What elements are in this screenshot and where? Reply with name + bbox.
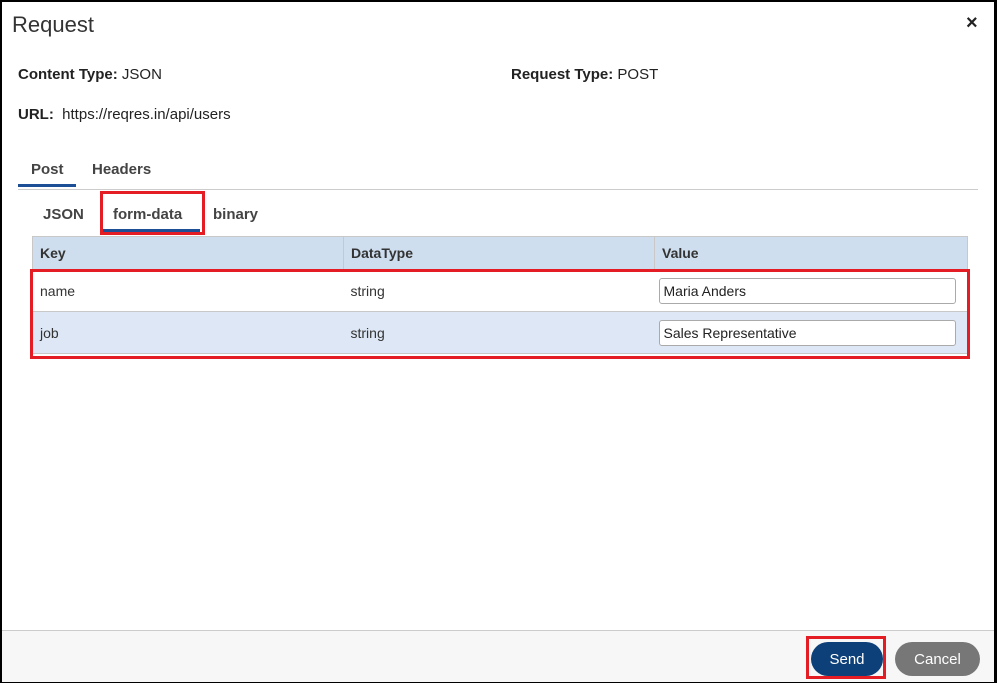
content-type-label: Content Type:	[18, 66, 118, 83]
table-row: job string	[32, 311, 968, 354]
dialog-title: Request	[12, 12, 94, 37]
table-header-row: Key DataType Value	[32, 236, 968, 270]
column-header-value: Value	[654, 236, 968, 270]
row-datatype: string	[343, 269, 655, 312]
subtab-json[interactable]: JSON	[43, 206, 84, 223]
value-input[interactable]	[658, 319, 956, 346]
cancel-button[interactable]: Cancel	[895, 642, 980, 676]
row-datatype: string	[343, 311, 655, 354]
url: URL: https://reqres.in/api/users	[18, 106, 231, 123]
subtab-binary[interactable]: binary	[213, 206, 258, 223]
url-label: URL:	[18, 106, 54, 123]
tab-headers[interactable]: Headers	[92, 161, 151, 178]
main-tabs	[18, 152, 978, 190]
request-type-value: POST	[617, 66, 659, 83]
row-key: name	[32, 269, 344, 312]
subtab-form-data[interactable]: form-data	[113, 206, 182, 223]
request-type: Request Type: POST	[511, 66, 658, 83]
tab-post[interactable]: Post	[31, 161, 64, 178]
tab-post-underline	[18, 184, 76, 187]
content-type: Content Type: JSON	[18, 66, 162, 83]
column-header-datatype: DataType	[343, 236, 655, 270]
send-button[interactable]: Send	[811, 642, 883, 676]
form-data-table: Key DataType Value name string job strin…	[32, 236, 968, 354]
url-value: https://reqres.in/api/users	[62, 106, 231, 123]
table-row: name string	[32, 269, 968, 312]
column-header-key: Key	[32, 236, 344, 270]
close-icon[interactable]: ×	[966, 12, 978, 35]
request-dialog: Request × Content Type: JSON Request Typ…	[0, 0, 997, 683]
subtab-form-data-underline	[103, 229, 200, 232]
content-type-value: JSON	[121, 66, 162, 83]
value-input[interactable]	[658, 277, 956, 304]
row-key: job	[32, 311, 344, 354]
request-type-label: Request Type:	[511, 66, 614, 83]
